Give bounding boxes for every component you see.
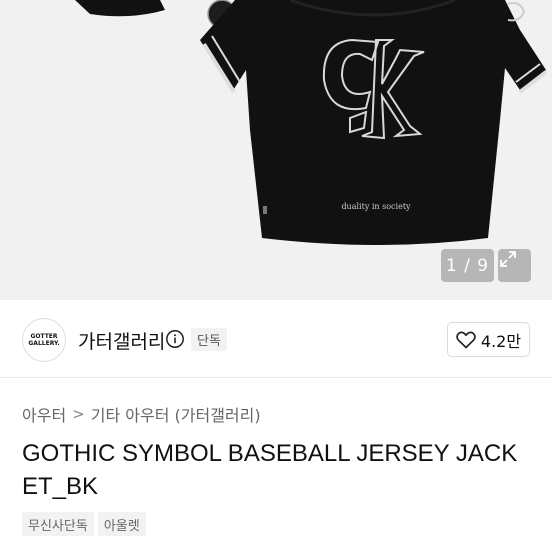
brand-name[interactable]: 가터갤러리 [78, 327, 165, 354]
product-image-gallery[interactable]: duality in society 1 / 9 [0, 0, 552, 300]
exclusive-badge: 단독 [191, 328, 227, 351]
tag-musinsa-exclusive: 무신사단독 [22, 512, 94, 536]
jersey-print-text: duality in society [341, 202, 411, 211]
info-circle-icon[interactable] [165, 329, 185, 349]
chevron-right-icon: > [72, 405, 85, 423]
tag-outlet: 아울렛 [97, 512, 146, 536]
tag-list: 무신사단독 아울렛 [22, 512, 146, 536]
expand-arrows-icon [500, 251, 516, 267]
like-button[interactable]: 4.2만 [447, 322, 530, 357]
breadcrumb-item-other-outer[interactable]: 기타 아우터 (가터갤러리) [91, 402, 261, 426]
image-counter: 1 / 9 [441, 249, 494, 282]
expand-button[interactable] [498, 249, 531, 282]
brand-logo-line2: GALLERY. [28, 340, 60, 347]
like-count: 4.2만 [480, 331, 522, 351]
product-title: GOTHIC SYMBOL BASEBALL JERSEY JACKET_BK [22, 440, 518, 500]
breadcrumb: 아우터 > 기타 아우터 (가터갤러리) [22, 402, 261, 426]
breadcrumb-item-outer[interactable]: 아우터 [22, 402, 66, 426]
brand-row: GOTTER GALLERY. 가터갤러리 단독 4.2만 [0, 300, 552, 378]
brand-logo[interactable]: GOTTER GALLERY. [22, 318, 66, 362]
heart-icon [456, 331, 476, 348]
brand-logo-line1: GOTTER [30, 333, 58, 340]
